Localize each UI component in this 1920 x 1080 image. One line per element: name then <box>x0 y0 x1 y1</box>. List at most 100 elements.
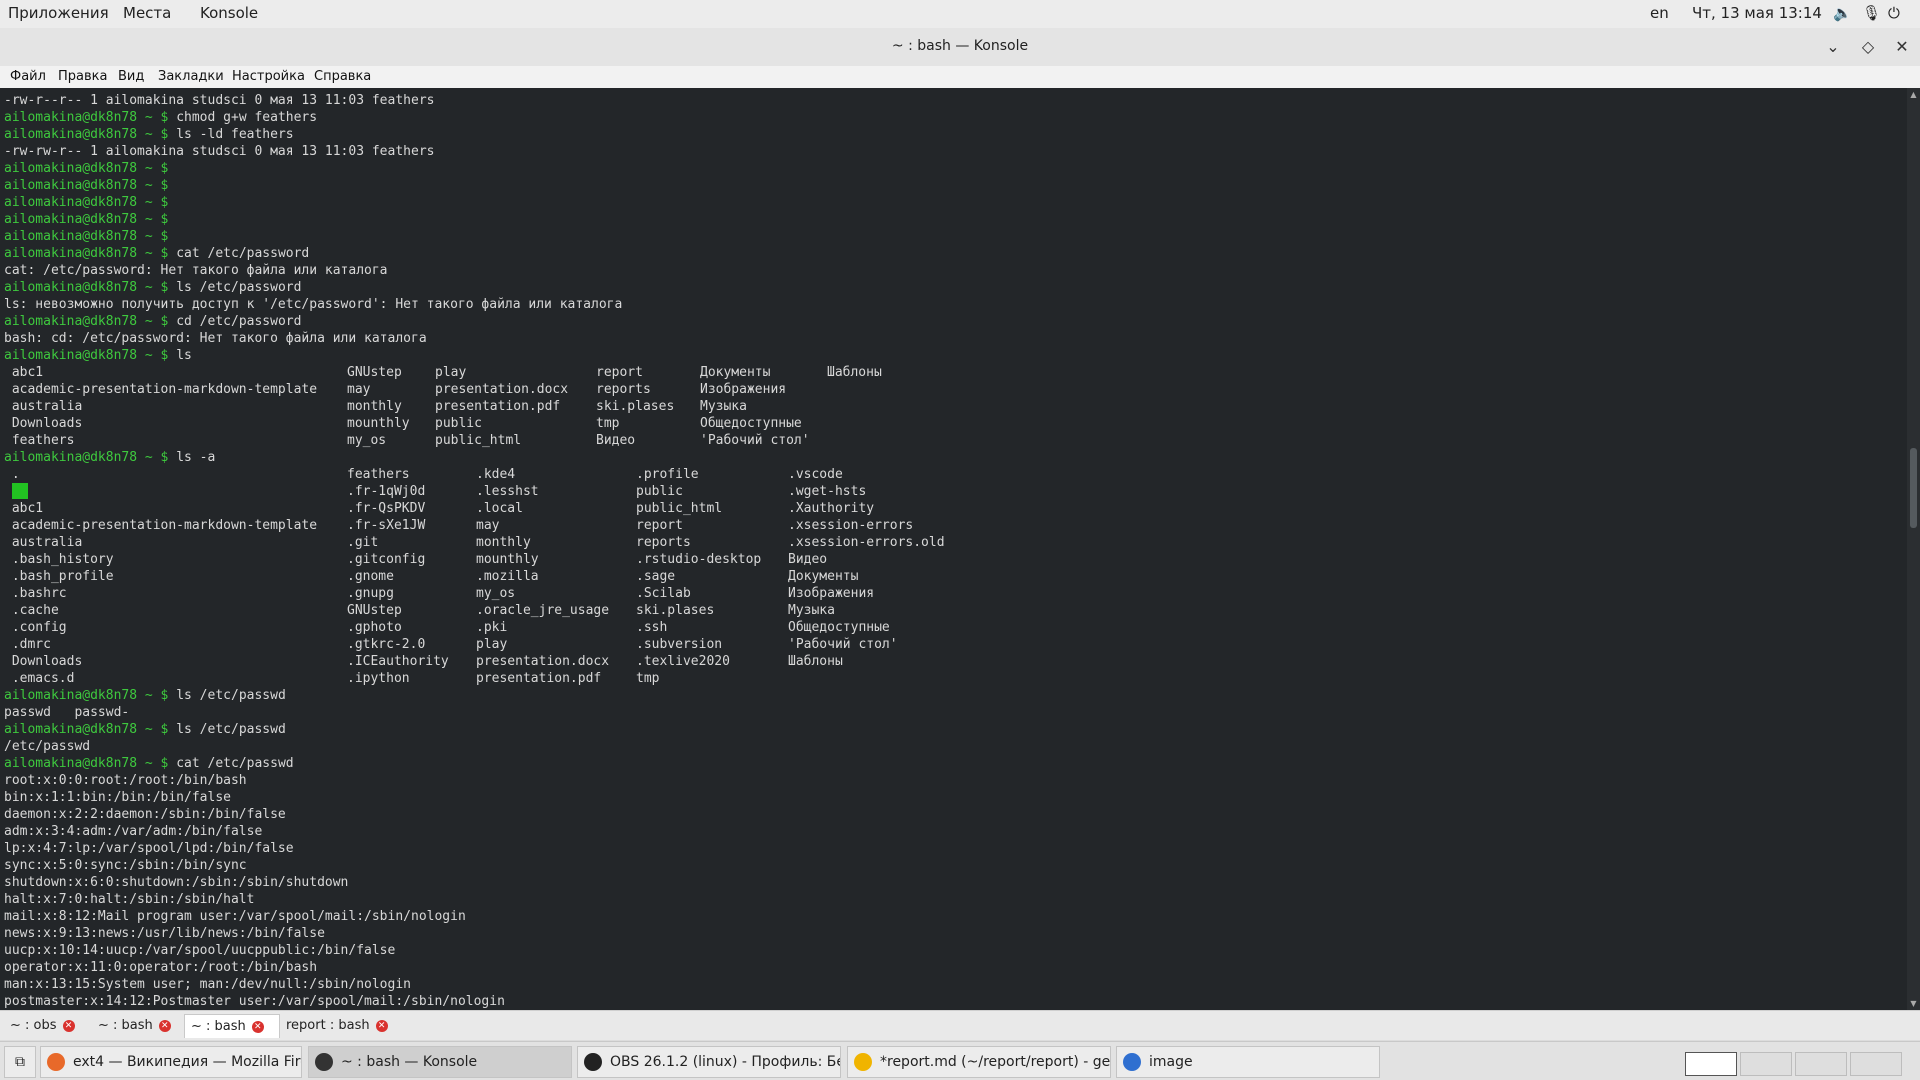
clock[interactable]: Чт, 13 мая 13:14 <box>1692 4 1822 22</box>
menu-edit[interactable]: Правка <box>58 69 107 84</box>
ls-entry: 'Рабочий стол' <box>788 637 898 652</box>
menu-view[interactable]: Вид <box>118 69 144 84</box>
terminal-command-line: ailomakina@dk8n78 ~ $ ls /etc/passwd <box>4 687 286 704</box>
menu-bookmarks[interactable]: Закладки <box>158 69 224 84</box>
terminal-output-line: bash: cd: /etc/password: Нет такого файл… <box>4 331 427 346</box>
terminal-tab[interactable]: ~ : bash ✕ <box>184 1014 280 1038</box>
ls-entry: .gphoto <box>347 620 402 635</box>
workspace-2[interactable] <box>1740 1052 1792 1076</box>
shell-prompt: ailomakina@dk8n78 ~ $ <box>4 212 169 227</box>
shell-prompt: ailomakina@dk8n78 ~ $ <box>4 348 169 363</box>
image-viewer-icon <box>1123 1053 1141 1071</box>
terminal-command-line: ailomakina@dk8n78 ~ $ ls /etc/passwd <box>4 721 286 738</box>
close-tab-icon[interactable]: ✕ <box>62 1019 75 1032</box>
terminal-output-line: adm:x:3:4:adm:/var/adm:/bin/false <box>4 824 263 839</box>
ls-entry: .texlive2020 <box>636 654 730 669</box>
taskbar-label: ext4 — Википедия — Mozilla Fire... <box>73 1054 302 1070</box>
shell-prompt: ailomakina@dk8n78 ~ $ <box>4 195 169 210</box>
ls-entry: .profile <box>636 467 699 482</box>
ls-entry: .ipython <box>347 671 410 686</box>
places-menu[interactable]: Места <box>123 4 171 22</box>
terminal-output-line: operator:x:11:0:operator:/root:/bin/bash <box>4 960 318 975</box>
scroll-down-icon[interactable]: ▼ <box>1909 999 1918 1008</box>
command-text: ls /etc/passwd <box>168 722 286 737</box>
ls-entry: .vscode <box>788 467 843 482</box>
workspace-4[interactable] <box>1850 1052 1902 1076</box>
konsole-app-menu[interactable]: Konsole <box>200 4 258 22</box>
taskbar: ⧉ ext4 — Википедия — Mozilla Fire... ~ : … <box>0 1041 1920 1080</box>
ls-entry: Изображения <box>700 382 787 397</box>
tab-label: ~ : bash <box>191 1019 246 1034</box>
editor-icon <box>854 1053 872 1071</box>
firefox-icon <box>47 1053 65 1071</box>
ls-entry: .dmrc <box>4 637 51 652</box>
terminal-tab[interactable]: ~ : obs ✕ <box>4 1014 86 1037</box>
terminal-command-line: ailomakina@dk8n78 ~ $ ls <box>4 347 192 364</box>
top-panel: Приложения Места Konsole en Чт, 13 мая 1… <box>0 0 1920 29</box>
scroll-up-icon[interactable]: ▲ <box>1909 90 1918 99</box>
minimize-icon[interactable]: ⌄ <box>1822 36 1844 58</box>
ls-entry: .emacs.d <box>4 671 75 686</box>
shell-prompt: ailomakina@dk8n78 ~ $ <box>4 314 169 329</box>
ls-entry: reports <box>596 382 651 397</box>
show-desktop-icon: ⧉ <box>15 1054 25 1070</box>
ls-entry: .lesshst <box>476 484 539 499</box>
command-text: cat /etc/password <box>168 246 310 261</box>
maximize-icon[interactable]: ◇ <box>1857 36 1879 58</box>
ls-entry: monthly <box>476 535 531 550</box>
ls-entry: .xsession-errors <box>788 518 914 533</box>
ls-entry: abc1 <box>4 365 44 380</box>
tab-label: report : bash <box>286 1018 370 1033</box>
window-titlebar[interactable]: ~ : bash — Konsole ⌄ ◇ ✕ <box>0 28 1920 67</box>
window-title: ~ : bash — Konsole <box>891 38 1029 54</box>
terminal-cursor <box>12 483 28 499</box>
ls-entry: my_os <box>347 433 387 448</box>
terminal-output-line: bin:x:1:1:bin:/bin:/bin/false <box>4 790 231 805</box>
close-icon[interactable]: ✕ <box>1891 36 1913 58</box>
taskbar-window-button[interactable]: image <box>1116 1046 1380 1078</box>
terminal-scrollbar[interactable]: ▲ ▼ <box>1907 88 1920 1010</box>
ls-entry: report <box>636 518 683 533</box>
taskbar-window-button[interactable]: ext4 — Википедия — Mozilla Fire... <box>40 1046 302 1078</box>
show-desktop-button[interactable]: ⧉ <box>4 1046 36 1078</box>
close-tab-icon[interactable]: ✕ <box>251 1020 264 1033</box>
close-tab-icon[interactable]: ✕ <box>375 1019 388 1032</box>
terminal-output[interactable]: -rw-r--r-- 1 ailomakina studsci 0 мая 13… <box>0 88 1907 1010</box>
power-icon[interactable]: ⏻ <box>1888 4 1900 22</box>
ls-entry: presentation.pdf <box>435 399 561 414</box>
shell-prompt: ailomakina@dk8n78 ~ $ <box>4 280 169 295</box>
ls-entry: australia <box>4 535 83 550</box>
ls-entry: Музыка <box>700 399 747 414</box>
terminal-tab[interactable]: ~ : bash ✕ <box>92 1014 182 1037</box>
ls-entry: ski.plases <box>596 399 675 414</box>
ls-entry: presentation.docx <box>476 654 610 669</box>
terminal-tab[interactable]: report : bash ✕ <box>280 1014 406 1037</box>
menu-file[interactable]: Файл <box>10 69 46 84</box>
workspace-3[interactable] <box>1795 1052 1847 1076</box>
shell-prompt: ailomakina@dk8n78 ~ $ <box>4 229 169 244</box>
ls-entry: feathers <box>4 433 75 448</box>
ls-entry: .subversion <box>636 637 723 652</box>
volume-icon[interactable]: 🔈 <box>1833 4 1852 22</box>
menu-help[interactable]: Справка <box>314 69 371 84</box>
ls-entry: .gitconfig <box>347 552 426 567</box>
menu-settings[interactable]: Настройка <box>232 69 305 84</box>
scrollbar-thumb[interactable] <box>1910 448 1917 528</box>
ls-entry: public <box>435 416 482 431</box>
keyboard-layout-indicator[interactable]: en <box>1650 4 1669 22</box>
terminal-output-line: postmaster:x:14:12:Postmaster user:/var/… <box>4 994 505 1009</box>
taskbar-window-button[interactable]: OBS 26.1.2 (linux) - Профиль: Без... <box>577 1046 841 1078</box>
taskbar-window-button[interactable]: ~ : bash — Konsole <box>308 1046 572 1078</box>
ls-entry: public_html <box>435 433 522 448</box>
ls-entry: .bash_history <box>4 552 114 567</box>
taskbar-window-button[interactable]: *report.md (~/report/report) - ge... <box>847 1046 1111 1078</box>
ls-entry: Документы <box>788 569 859 584</box>
microphone-icon[interactable]: 🎙 <box>1862 4 1881 22</box>
ls-entry: mounthly <box>476 552 539 567</box>
terminal-command-line: ailomakina@dk8n78 ~ $ cat /etc/password <box>4 245 309 262</box>
ls-entry: Downloads <box>4 416 83 431</box>
workspace-1[interactable] <box>1685 1052 1737 1076</box>
applications-menu[interactable]: Приложения <box>8 4 109 22</box>
close-tab-icon[interactable]: ✕ <box>158 1019 171 1032</box>
command-text: cat /etc/passwd <box>168 756 294 771</box>
